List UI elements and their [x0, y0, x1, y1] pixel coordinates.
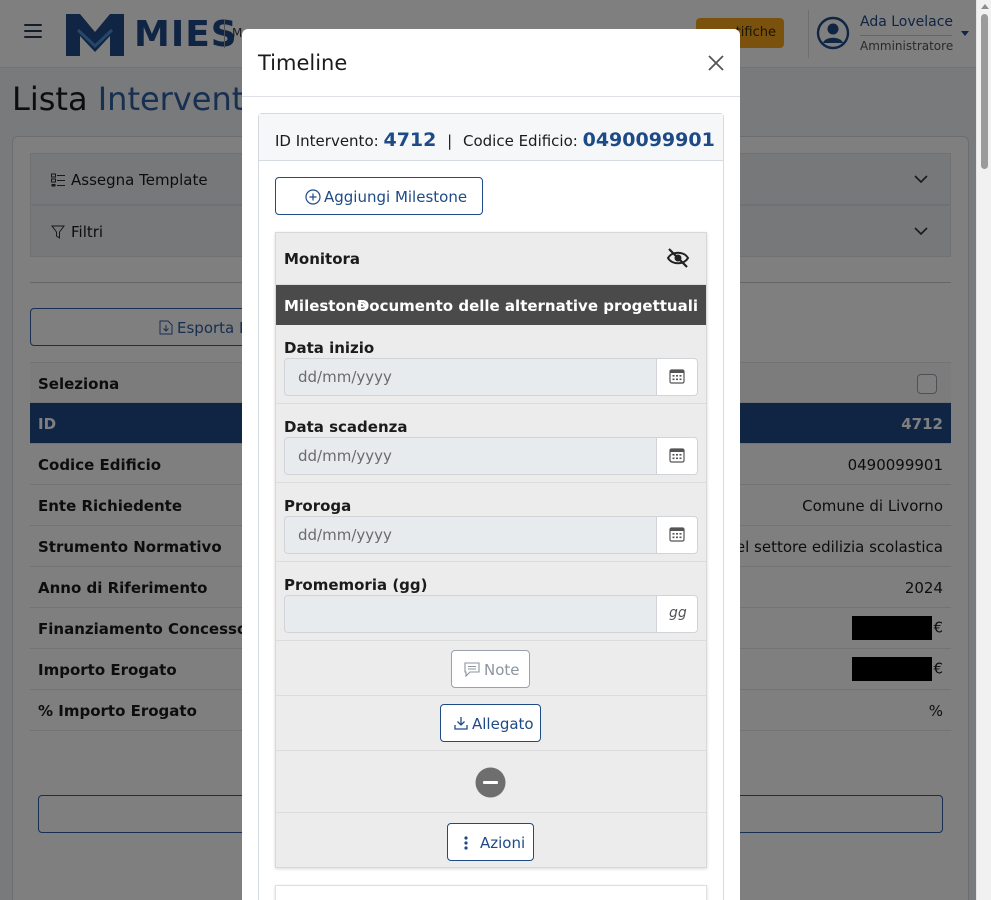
calendar-button[interactable] [656, 438, 697, 474]
note-button[interactable]: Note [451, 650, 530, 688]
page-scrollbar[interactable] [976, 0, 991, 900]
scroll-up-icon[interactable] [981, 4, 989, 9]
add-milestone-button[interactable]: Aggiungi Milestone [275, 177, 483, 215]
vertical-dots-icon [464, 836, 468, 850]
milestone-title-row: Milestone Documento delle alternative pr… [276, 285, 706, 325]
field-label: Proroga [284, 497, 352, 515]
reminder-input-group: gg [284, 595, 698, 633]
calendar-icon [669, 369, 685, 384]
field-proroga: Proroga [276, 483, 706, 562]
field-label: Data scadenza [284, 418, 408, 436]
days-addon: gg [656, 596, 697, 632]
modal-title: Timeline [258, 51, 348, 75]
close-icon[interactable] [706, 53, 726, 73]
date-input-group [284, 516, 698, 554]
header-separator: | [447, 132, 453, 150]
field-label: Promemoria (gg) [284, 576, 428, 594]
id-label: ID Intervento: [275, 132, 379, 150]
calendar-button[interactable] [656, 359, 697, 395]
add-milestone-label: Aggiungi Milestone [324, 188, 468, 206]
remove-milestone-icon[interactable] [475, 767, 506, 798]
attachment-button[interactable]: Allegato [440, 704, 541, 742]
comment-icon [464, 662, 480, 677]
milestone-value: Documento delle alternative progettuali [356, 297, 698, 315]
next-milestone-card [275, 885, 707, 900]
id-value: 4712 [383, 129, 437, 151]
attachment-row: Allegato [276, 696, 706, 751]
plus-circle-icon [305, 189, 321, 205]
intervention-header: ID Intervento: 4712 | Codice Edificio: 0… [259, 114, 723, 161]
milestone-card: Monitora Milestone Documento delle alter… [275, 232, 707, 868]
start-date-input[interactable] [285, 359, 657, 395]
milestone-key: Milestone [284, 297, 367, 315]
code-label: Codice Edificio: [462, 132, 578, 150]
intervention-card: ID Intervento: 4712 | Codice Edificio: 0… [258, 113, 724, 900]
monitor-label: Monitora [284, 250, 361, 268]
actions-row: Azioni [276, 813, 706, 868]
monitor-row: Monitora [276, 233, 706, 285]
modal-header: Timeline [242, 29, 740, 97]
calendar-button[interactable] [656, 517, 697, 553]
eye-slash-icon[interactable] [666, 247, 690, 269]
actions-button[interactable]: Azioni [447, 823, 534, 861]
extension-date-input[interactable] [285, 517, 657, 553]
date-input-group [284, 437, 698, 475]
reminder-days-input[interactable] [285, 596, 657, 632]
date-input-group [284, 358, 698, 396]
deadline-date-input[interactable] [285, 438, 657, 474]
field-promemoria: Promemoria (gg) gg [276, 562, 706, 641]
calendar-icon [669, 448, 685, 463]
note-label: Note [484, 661, 520, 679]
calendar-icon [669, 527, 685, 542]
note-row: Note [276, 641, 706, 696]
attachment-label: Allegato [472, 715, 534, 733]
download-icon [454, 717, 468, 730]
code-value: 0490099901 [582, 129, 715, 151]
field-label: Data inizio [284, 339, 375, 357]
remove-row [276, 751, 706, 813]
timeline-modal: Timeline ID Intervento: 4712 | Codice Ed… [242, 29, 740, 900]
actions-label: Azioni [480, 834, 526, 852]
field-data-inizio: Data inizio [276, 325, 706, 404]
scrollbar-thumb[interactable] [981, 14, 988, 169]
days-unit-label: gg [669, 605, 687, 621]
field-data-scadenza: Data scadenza [276, 404, 706, 483]
